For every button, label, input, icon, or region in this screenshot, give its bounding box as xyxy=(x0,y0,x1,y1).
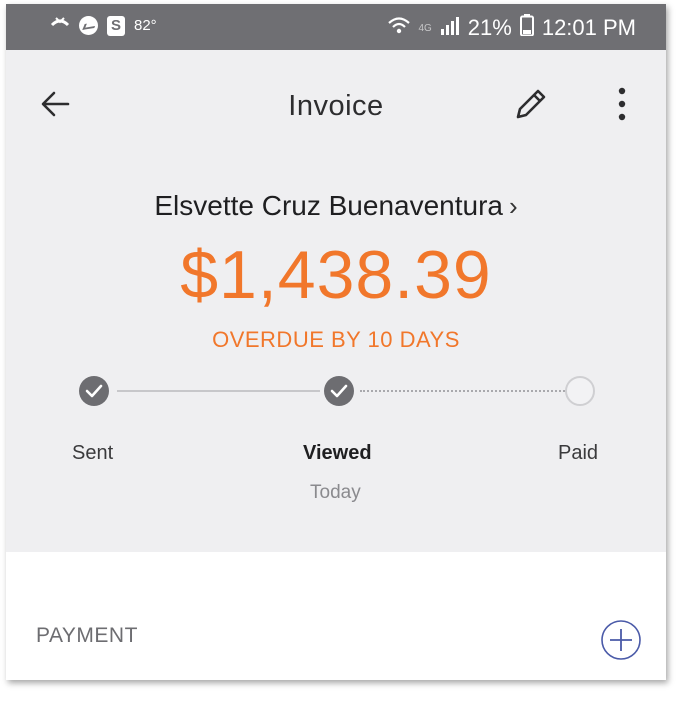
invoice-amount: $1,438.39 xyxy=(180,237,492,313)
step-label-paid: Paid xyxy=(558,442,599,464)
signal-icon xyxy=(440,15,460,41)
edit-button[interactable] xyxy=(510,84,550,124)
chevron-right-icon: › xyxy=(508,191,518,221)
status-bar: S 82° 4G 21% 12:01 PM xyxy=(6,4,666,50)
progress-line-pending xyxy=(360,390,565,392)
invoice-progress xyxy=(6,376,666,416)
app-bar: Invoice xyxy=(6,50,666,150)
progress-line-completed xyxy=(117,390,320,392)
pencil-icon xyxy=(516,89,546,119)
battery-percent: 21% xyxy=(467,15,512,40)
page-title: Invoice xyxy=(288,90,384,122)
clock: 12:01 PM xyxy=(541,15,636,40)
payment-section: PAYMENT xyxy=(6,552,666,680)
battery-icon xyxy=(519,14,534,42)
step-label-sent: Sent xyxy=(72,442,114,464)
payment-label: PAYMENT xyxy=(36,624,138,647)
step-viewed-date: Today xyxy=(310,482,361,503)
step-paid-circle-icon xyxy=(565,376,595,406)
messenger-icon xyxy=(79,16,98,35)
more-options-button[interactable] xyxy=(610,84,634,124)
overdue-status: OVERDUE BY 10 DAYS xyxy=(212,327,460,352)
step-viewed-check-icon xyxy=(324,376,354,406)
s-app-icon: S xyxy=(107,15,125,36)
temperature: 82° xyxy=(134,17,157,34)
step-sent-check-icon xyxy=(79,376,109,406)
network-type: 4G xyxy=(418,22,432,34)
add-payment-button[interactable] xyxy=(600,619,642,661)
more-vert-icon xyxy=(618,87,626,121)
customer-name: Elsvette Cruz Buenaventura xyxy=(154,190,503,221)
add-circle-icon xyxy=(601,620,641,660)
customer-link[interactable]: Elsvette Cruz Buenaventura › xyxy=(6,190,666,222)
step-label-viewed: Viewed xyxy=(303,442,372,464)
invoice-screen: S 82° 4G 21% 12:01 PM Invoice Elsvette C… xyxy=(6,4,666,680)
wifi-icon xyxy=(388,15,411,41)
missed-call-icon xyxy=(50,15,70,36)
